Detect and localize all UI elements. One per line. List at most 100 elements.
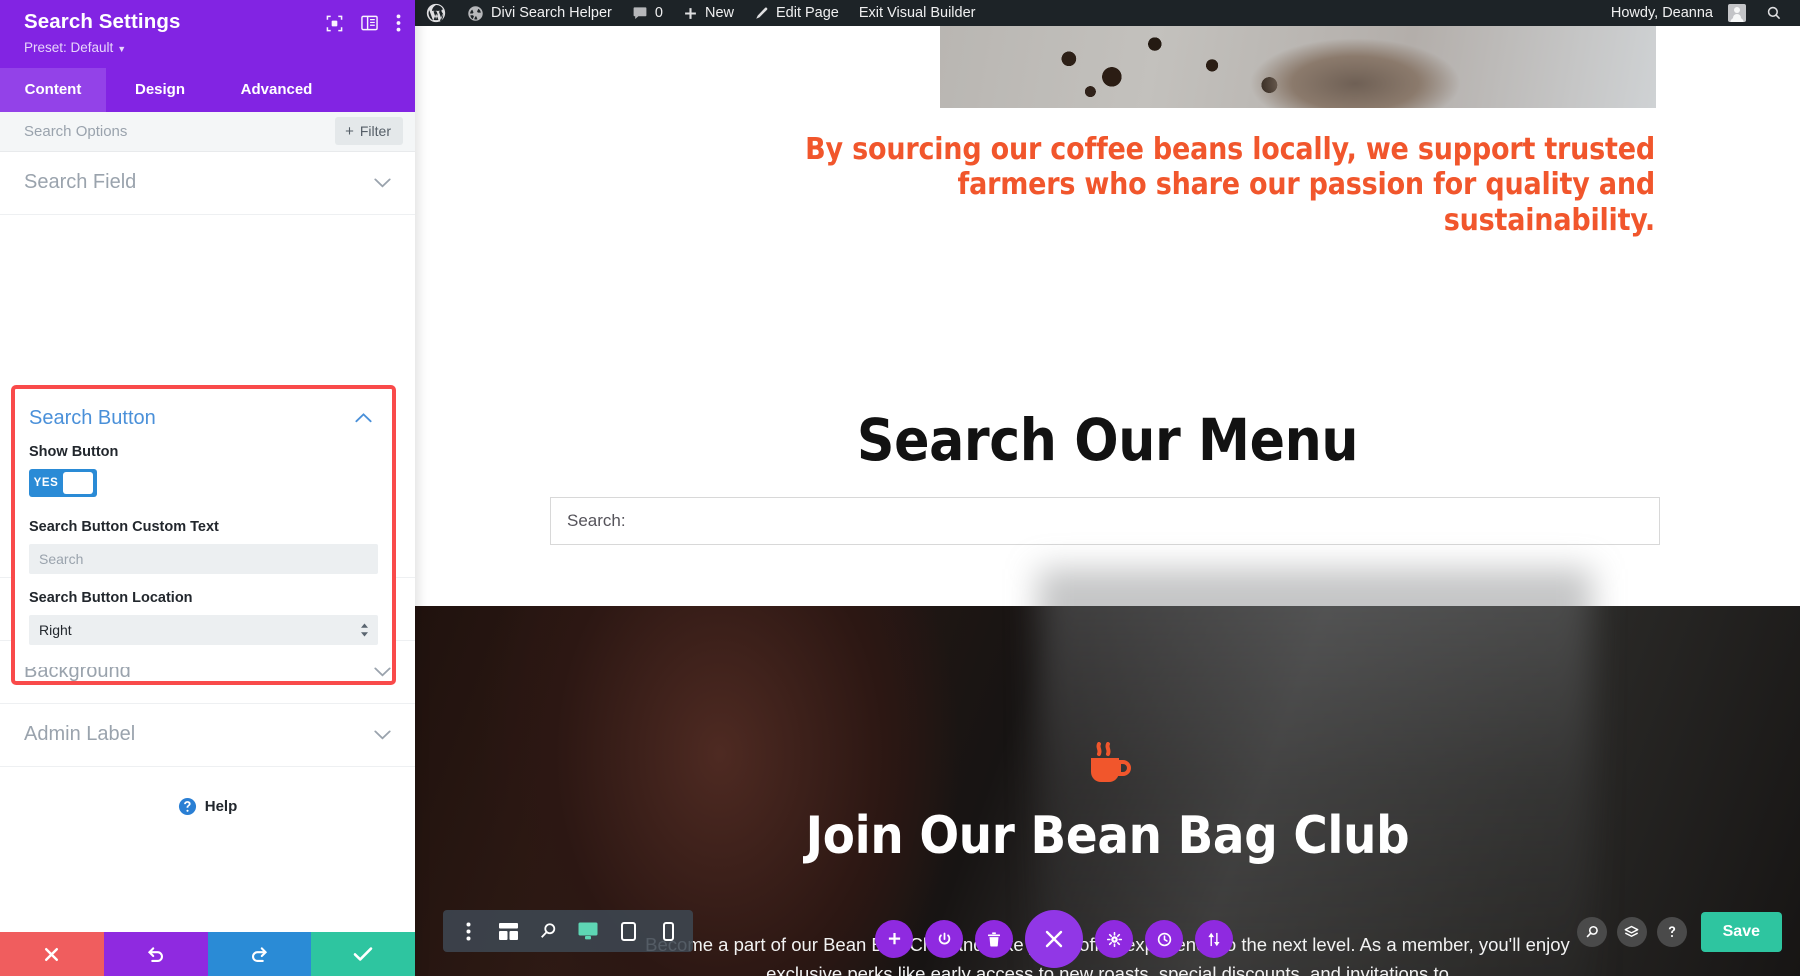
edit-page-link[interactable]: Edit Page — [744, 0, 849, 26]
zoom-out-view-button[interactable] — [529, 912, 567, 950]
panel-undo-button[interactable] — [103, 932, 208, 976]
section-admin-label[interactable]: Admin Label — [0, 704, 415, 767]
module-settings-button[interactable] — [1095, 920, 1133, 958]
user-avatar-icon — [1728, 4, 1746, 22]
layout-columns-icon[interactable] — [361, 15, 378, 31]
tab-content[interactable]: Content — [0, 67, 106, 112]
custom-text-label: Search Button Custom Text — [29, 518, 219, 535]
phone-view-button[interactable] — [649, 912, 687, 950]
search-input-label: Search: — [567, 511, 626, 530]
pencil-icon — [754, 6, 769, 21]
show-button-label: Show Button — [29, 443, 119, 460]
select-updown-arrows-icon — [360, 623, 369, 637]
chevron-down-icon — [374, 178, 391, 188]
chevron-down-icon: ▼ — [117, 43, 127, 54]
edit-page-label: Edit Page — [775, 5, 839, 21]
disable-module-button[interactable] — [925, 920, 963, 958]
add-module-button[interactable] — [875, 920, 913, 958]
section-search-button-header[interactable]: Search Button — [15, 389, 392, 444]
chevron-up-icon — [355, 413, 372, 423]
coffee-cup-icon — [1079, 742, 1137, 792]
clock-icon — [1157, 932, 1172, 947]
preset-label: Preset: Default — [24, 39, 114, 55]
module-history-button[interactable] — [1145, 920, 1183, 958]
panel-header: Search Settings Preset: Default ▼ — [0, 0, 415, 68]
tab-design[interactable]: Design — [106, 67, 214, 112]
page-title: Search Our Menu — [856, 406, 1359, 474]
search-input[interactable]: Search: — [550, 497, 1660, 545]
show-button-toggle[interactable]: YES — [29, 468, 97, 497]
plus-icon — [683, 6, 698, 21]
more-options-button[interactable] — [449, 912, 487, 950]
close-x-icon — [43, 946, 60, 963]
help-tool-button[interactable] — [1656, 917, 1687, 947]
show-button-field: Show Button YES — [15, 444, 392, 497]
panel-cancel-button[interactable] — [0, 932, 104, 976]
search-tool-button[interactable] — [1576, 917, 1607, 947]
chevron-down-icon — [374, 667, 391, 677]
wireframe-view-button[interactable] — [489, 912, 527, 950]
howdy-label: Howdy, Deanna — [1610, 5, 1713, 21]
wp-logo-button[interactable] — [415, 0, 457, 26]
panel-redo-button[interactable] — [207, 932, 312, 976]
magnifier-icon — [1585, 925, 1599, 939]
admin-bar-right-group: Howdy, Deanna — [1601, 0, 1800, 26]
dashboard-icon — [467, 5, 484, 22]
search-button-location-select[interactable]: Right — [29, 614, 378, 645]
button-location-label: Search Button Location — [29, 589, 193, 606]
section-search-field[interactable]: Search Field — [0, 152, 415, 215]
module-action-buttons — [875, 908, 1233, 970]
site-name-label: Divi Search Helper — [491, 5, 612, 21]
comments-link[interactable]: 0 — [622, 0, 673, 26]
account-menu[interactable]: Howdy, Deanna — [1601, 0, 1756, 26]
reorder-module-button[interactable] — [1195, 920, 1233, 958]
tab-advanced[interactable]: Advanced — [214, 67, 339, 112]
exit-visual-builder-label: Exit Visual Builder — [858, 5, 976, 21]
exit-visual-builder-link[interactable]: Exit Visual Builder — [849, 0, 986, 26]
coffee-beans-hero-image — [940, 26, 1656, 108]
magnifier-icon — [539, 922, 557, 940]
new-content-label: New — [704, 5, 734, 21]
layers-view-button[interactable] — [1616, 917, 1647, 947]
desktop-view-button[interactable] — [569, 912, 607, 950]
kebab-menu-icon[interactable] — [396, 14, 401, 32]
panel-tabs: Content Design Advanced — [0, 67, 415, 112]
undo-arrow-icon — [146, 945, 165, 964]
search-button-custom-text-input[interactable] — [29, 543, 378, 574]
plus-icon — [887, 932, 902, 947]
help-label: Help — [204, 797, 238, 815]
screen-root: Divi Search Helper 0 New Edit Page Exit … — [0, 0, 1800, 976]
save-button[interactable]: Save — [1700, 912, 1782, 952]
desktop-monitor-icon — [578, 922, 598, 940]
module-settings-panel: Search Settings Preset: Default ▼ Conten… — [0, 0, 415, 976]
admin-search-button[interactable] — [1756, 0, 1792, 26]
filter-button[interactable]: + Filter — [335, 117, 403, 146]
help-link[interactable]: Help — [0, 767, 415, 816]
button-location-field: Search Button Location Right — [15, 590, 392, 645]
visual-builder-toolbar — [443, 910, 693, 952]
search-options-bar: Search Options + Filter — [0, 111, 415, 152]
search-options-label: Search Options — [24, 122, 128, 140]
focus-target-icon[interactable] — [326, 15, 343, 32]
custom-text-field: Search Button Custom Text — [15, 519, 392, 574]
new-content-link[interactable]: New — [673, 0, 744, 26]
delete-module-button[interactable] — [975, 920, 1013, 958]
panel-save-button[interactable] — [311, 932, 415, 976]
close-module-button[interactable] — [1025, 910, 1083, 968]
redo-arrow-icon — [250, 945, 269, 964]
gear-icon — [1106, 931, 1122, 947]
question-mark-icon — [1665, 925, 1679, 939]
trash-icon — [987, 931, 1001, 947]
panel-footer — [0, 932, 415, 976]
club-heading: Join Our Bean Bag Club — [805, 806, 1410, 866]
power-icon — [937, 932, 952, 947]
filter-label: Filter — [359, 123, 391, 140]
panel-title: Search Settings — [24, 10, 181, 33]
site-name-link[interactable]: Divi Search Helper — [457, 0, 622, 26]
phone-icon — [662, 921, 674, 941]
checkmark-icon — [353, 946, 373, 962]
preset-selector[interactable]: Preset: Default ▼ — [24, 39, 180, 57]
page-preview-canvas: By sourcing our coffee beans locally, we… — [415, 26, 1800, 976]
tablet-view-button[interactable] — [609, 912, 647, 950]
section-search-button: Search Button Show Button YES Search But… — [15, 388, 392, 667]
